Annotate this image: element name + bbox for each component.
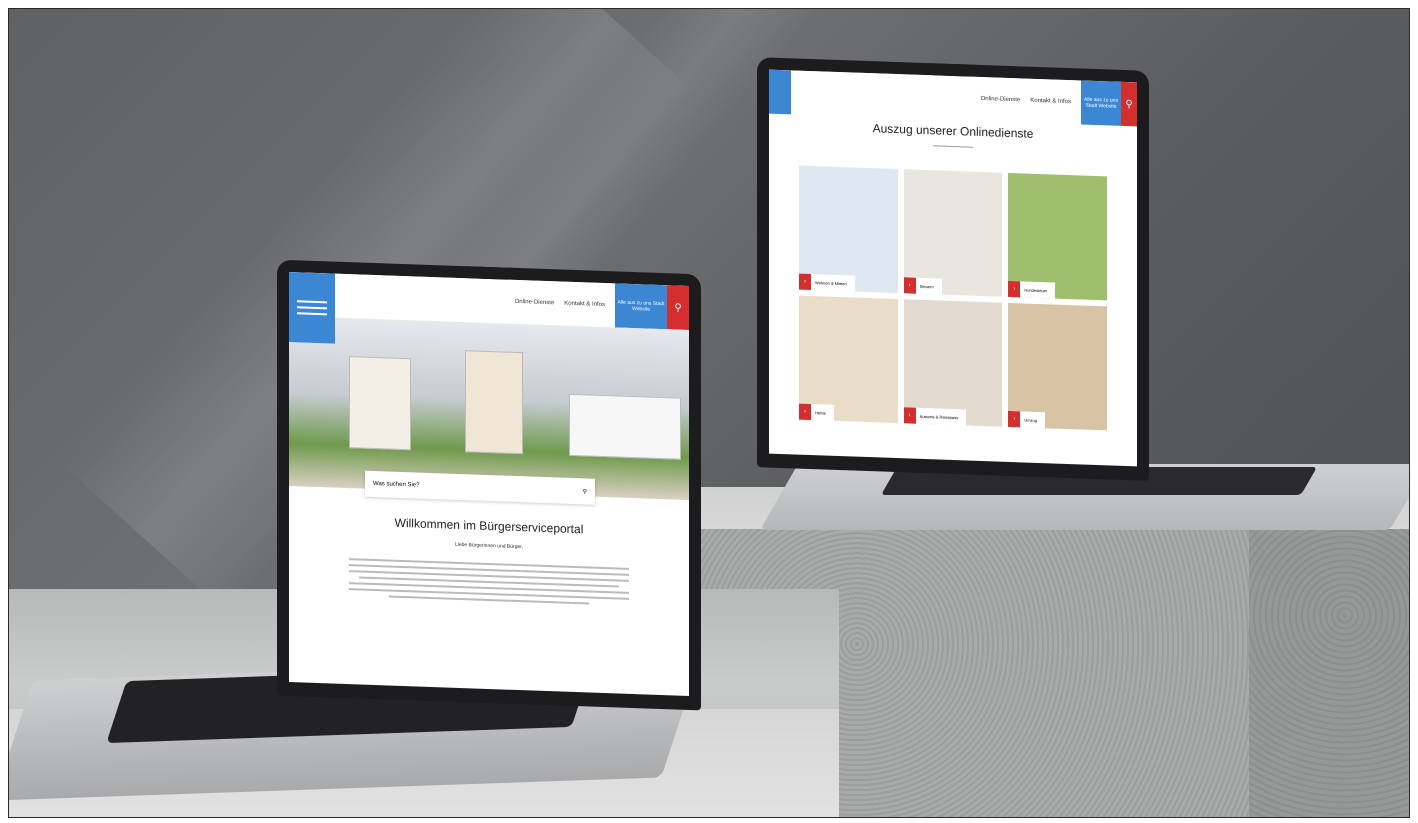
service-tile-label[interactable]: › Heirat (799, 403, 834, 421)
service-tile[interactable]: › Ausweis & Reisepass (903, 299, 1003, 427)
welcome-section: Willkommen im Bürgerserviceportal Liebe … (289, 486, 689, 608)
service-tile-label[interactable]: › Ausweis & Reisepass (903, 407, 967, 426)
search-icon[interactable]: ⚲ (583, 488, 587, 495)
left-laptop-screen: Online-Dienste Kontakt & Infos Alle aus … (277, 259, 701, 711)
service-tile-text: Ausweis & Reisepass (919, 413, 959, 420)
service-tile-label[interactable]: › Hundesteuer (1008, 280, 1056, 299)
site-logo[interactable] (769, 69, 791, 115)
search-icon[interactable]: ⚲ (1121, 81, 1137, 127)
hero-image: Was suchen Sie? ⚲ (289, 316, 689, 505)
right-laptop-screen: Online-Dienste Kontakt & Infos Alle aus … (757, 57, 1149, 481)
service-tile-label[interactable]: › Umzug (1008, 410, 1045, 429)
camera-notch (930, 63, 976, 77)
service-tile[interactable]: › Hundesteuer (1008, 172, 1107, 301)
service-tile-label[interactable]: › Wohnen & Mieten (799, 273, 855, 292)
arrow-icon: › (1008, 410, 1021, 428)
right-laptop-display: Online-Dienste Kontakt & Infos Alle aus … (769, 69, 1137, 467)
hero-building (465, 350, 523, 455)
service-tile-grid: › Wohnen & Mieten › Steuern › Hundesteuer › Hei… (769, 165, 1137, 432)
search-icon[interactable]: ⚲ (667, 285, 689, 330)
service-tile-text: Heirat (815, 409, 826, 416)
service-tile[interactable]: › Wohnen & Mieten (799, 165, 898, 294)
service-tile-text: Steuern (919, 283, 934, 289)
arrow-icon: › (903, 277, 916, 294)
service-tile-text: Wohnen & Mieten (815, 279, 847, 286)
service-tile[interactable]: › Steuern (903, 169, 1003, 297)
nav-kontakt[interactable]: Kontakt & Infos (1030, 98, 1071, 105)
welcome-title: Willkommen im Bürgerserviceportal (394, 515, 584, 537)
cta-button[interactable]: Alle aus zu uns Stadt Website (615, 283, 667, 330)
arrow-icon: › (799, 273, 811, 291)
nav-online-dienste[interactable]: Online-Dienste (515, 299, 555, 306)
hero-awning (569, 393, 681, 460)
photo-frame: Online-Dienste Kontakt & Infos Alle aus … (8, 8, 1410, 818)
section-divider (933, 145, 973, 148)
service-tile-text: Umzug (1024, 416, 1037, 423)
camera-notch (466, 266, 512, 280)
service-tile[interactable]: › Umzug (1008, 302, 1107, 431)
arrow-icon: › (903, 407, 916, 424)
service-tile-text: Hundesteuer (1024, 286, 1048, 293)
right-pedestal-side (1249, 529, 1409, 817)
left-laptop-display: Online-Dienste Kontakt & Infos Alle aus … (289, 272, 689, 696)
cta-button[interactable]: Alle aus zu uns Stadt Website (1081, 80, 1121, 126)
welcome-text-placeholder (349, 558, 629, 606)
nav-kontakt[interactable]: Kontakt & Infos (564, 301, 605, 308)
search-placeholder: Was suchen Sie? (373, 480, 420, 489)
service-tile[interactable]: › Heirat (799, 295, 898, 424)
welcome-subtitle: Liebe Bürgerinnen und Bürger, (454, 541, 524, 551)
service-tile-label[interactable]: › Steuern (903, 277, 942, 295)
site-header: Online-Dienste Kontakt & Infos Alle aus … (769, 69, 1137, 127)
arrow-icon: › (799, 403, 811, 421)
nav-online-dienste[interactable]: Online-Dienste (981, 96, 1021, 103)
site-logo[interactable] (289, 272, 335, 344)
hero-building (349, 356, 411, 451)
arrow-icon: › (1008, 280, 1021, 298)
